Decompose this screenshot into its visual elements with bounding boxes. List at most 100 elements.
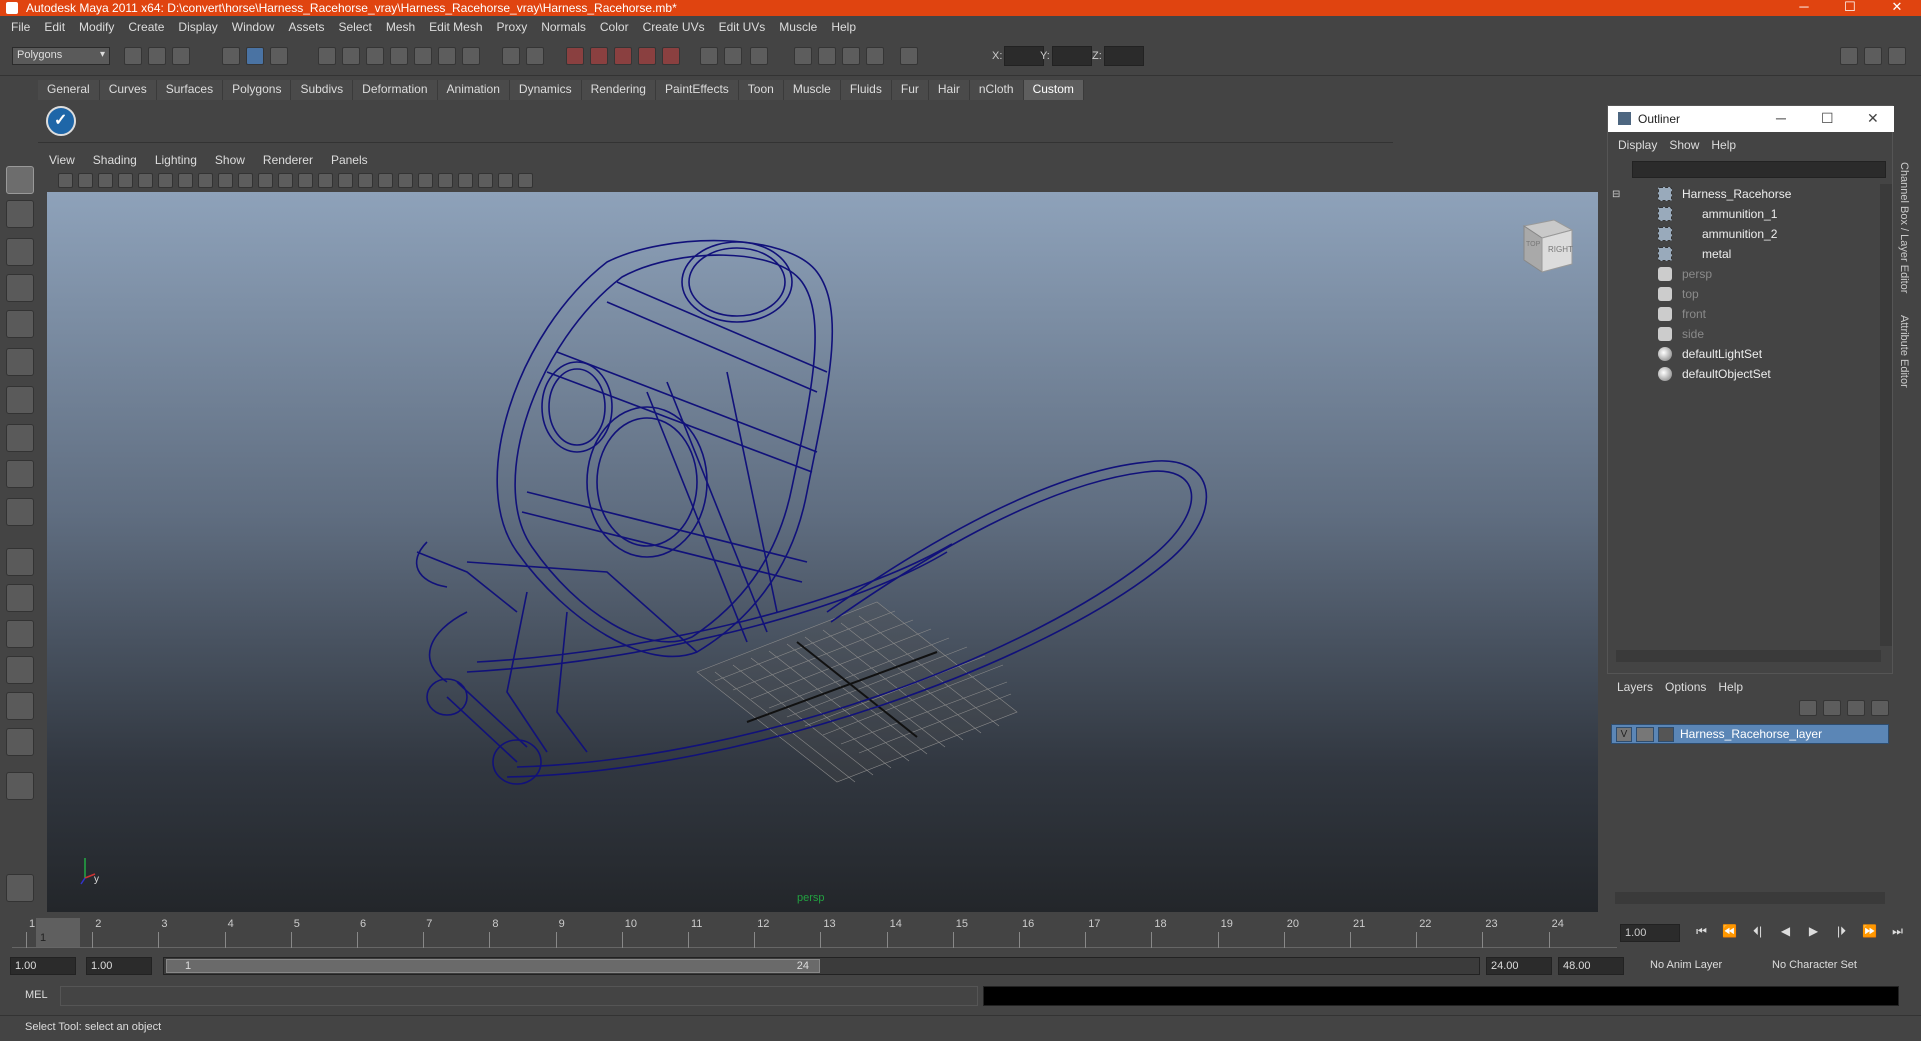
outliner-item-harness-racehorse[interactable]: ⊟ Harness_Racehorse xyxy=(1608,184,1880,204)
menu-file[interactable]: File xyxy=(4,20,37,34)
outliner-horizontal-scrollbar[interactable] xyxy=(1616,650,1881,662)
current-frame-field[interactable]: 1.00 xyxy=(1620,924,1680,942)
isolate-select-icon[interactable] xyxy=(458,172,473,188)
menu-create[interactable]: Create xyxy=(121,20,171,34)
input-field-mode-icon[interactable] xyxy=(900,47,918,65)
new-scene-icon[interactable] xyxy=(124,47,142,65)
paint-select-tool-icon[interactable] xyxy=(6,238,34,266)
playback-end-field[interactable]: 24.00 xyxy=(1486,957,1552,975)
hypershade-icon[interactable] xyxy=(638,47,656,65)
outliner-menu-show[interactable]: Show xyxy=(1663,138,1705,152)
play-backwards-button[interactable]: ◀ xyxy=(1776,924,1795,942)
outliner-item-top[interactable]: top xyxy=(1608,284,1880,304)
layout-c-icon[interactable] xyxy=(750,47,768,65)
menu-edit-mesh[interactable]: Edit Mesh xyxy=(422,20,489,34)
gate-mask-icon[interactable] xyxy=(238,172,253,188)
lasso-tool-icon[interactable] xyxy=(6,200,34,228)
animation-end-field[interactable]: 48.00 xyxy=(1558,957,1624,975)
snap-curve-icon[interactable] xyxy=(342,47,360,65)
outliner-item-ammunition-1[interactable]: ammunition_1 xyxy=(1608,204,1880,224)
wireframe-shading-icon[interactable] xyxy=(318,172,333,188)
menu-select[interactable]: Select xyxy=(331,20,378,34)
outliner-vertical-scrollbar[interactable] xyxy=(1880,184,1892,646)
close-button[interactable]: ✕ xyxy=(1877,0,1917,16)
render-settings-icon[interactable] xyxy=(614,47,632,65)
camera-attributes-icon[interactable] xyxy=(78,172,93,188)
tab-polygons[interactable]: Polygons xyxy=(223,80,292,100)
x-coordinate-input[interactable] xyxy=(1004,46,1044,66)
last-tool-icon[interactable] xyxy=(6,498,34,526)
panel-menu-panels[interactable]: Panels xyxy=(322,153,377,167)
single-perspective-layout-icon[interactable] xyxy=(6,548,34,576)
menu-create-uvs[interactable]: Create UVs xyxy=(636,20,712,34)
panel-menu-lighting[interactable]: Lighting xyxy=(146,153,206,167)
maximize-button[interactable]: ☐ xyxy=(1830,0,1870,16)
anim-layer-dropdown[interactable]: No Anim Layer xyxy=(1646,957,1726,975)
open-scene-icon[interactable] xyxy=(148,47,166,65)
range-slider-handle[interactable]: 1 24 xyxy=(166,959,820,973)
animation-start-field[interactable]: 1.00 xyxy=(10,957,76,975)
layer-playback-toggle[interactable] xyxy=(1636,726,1654,742)
tab-ncloth[interactable]: nCloth xyxy=(969,80,1024,100)
collapse-icon[interactable]: ⊟ xyxy=(1612,189,1620,200)
move-layer-down-icon[interactable] xyxy=(1871,700,1889,716)
xray-components-icon[interactable] xyxy=(518,172,533,188)
layout-b-icon[interactable] xyxy=(724,47,742,65)
tab-animation[interactable]: Animation xyxy=(437,80,510,100)
menu-normals[interactable]: Normals xyxy=(534,20,593,34)
manipulator-tool-icon[interactable] xyxy=(6,386,34,414)
tab-general[interactable]: General xyxy=(38,80,100,100)
outliner-menu-help[interactable]: Help xyxy=(1705,138,1742,152)
outliner-item-persp[interactable]: persp xyxy=(1608,264,1880,284)
tab-subdivs[interactable]: Subdivs xyxy=(291,80,354,100)
tool-settings-toggle-icon[interactable] xyxy=(1864,47,1882,65)
field-chart-icon[interactable] xyxy=(258,172,273,188)
scale-tool-icon[interactable] xyxy=(6,348,34,376)
menu-help[interactable]: Help xyxy=(824,20,863,34)
tab-fur[interactable]: Fur xyxy=(891,80,929,100)
layout-a-icon[interactable] xyxy=(700,47,718,65)
panel-menu-shading[interactable]: Shading xyxy=(84,153,146,167)
step-back-key-button[interactable]: ⏪ xyxy=(1720,924,1739,942)
show-manipulator-icon[interactable] xyxy=(6,460,34,488)
command-input[interactable] xyxy=(60,986,978,1006)
tab-painteffects[interactable]: PaintEffects xyxy=(655,80,739,100)
panel-menu-show[interactable]: Show xyxy=(206,153,254,167)
shadows-icon[interactable] xyxy=(418,172,433,188)
playback-start-field[interactable]: 1.00 xyxy=(86,957,152,975)
tab-deformation[interactable]: Deformation xyxy=(353,80,438,100)
z-coordinate-input[interactable] xyxy=(1104,46,1144,66)
layer-color-swatch[interactable] xyxy=(1658,726,1674,742)
grid-toggle-icon[interactable] xyxy=(178,172,193,188)
hypershade-layout-icon[interactable] xyxy=(6,692,34,720)
layer-visibility-toggle[interactable]: V xyxy=(1616,726,1632,742)
snap-surface-icon[interactable] xyxy=(414,47,432,65)
new-layer-icon[interactable] xyxy=(1823,700,1841,716)
play-forwards-button[interactable]: ▶ xyxy=(1804,924,1823,942)
safe-title-icon[interactable] xyxy=(298,172,313,188)
goto-start-button[interactable]: ⏮ xyxy=(1692,924,1711,942)
outliner-layout-icon[interactable] xyxy=(6,620,34,648)
outliner-menu-display[interactable]: Display xyxy=(1612,138,1663,152)
save-scene-icon[interactable] xyxy=(172,47,190,65)
select-hierarchy-icon[interactable] xyxy=(222,47,240,65)
goto-end-button[interactable]: ⏭ xyxy=(1888,924,1907,942)
step-back-frame-button[interactable]: ⏴| xyxy=(1748,924,1767,942)
snap-grid-icon[interactable] xyxy=(318,47,336,65)
two-d-pan-icon[interactable] xyxy=(138,172,153,188)
layer-menu-help[interactable]: Help xyxy=(1712,680,1749,694)
menu-mesh[interactable]: Mesh xyxy=(379,20,422,34)
tab-toon[interactable]: Toon xyxy=(738,80,784,100)
default-light-icon[interactable] xyxy=(438,172,453,188)
range-slider[interactable]: 1 24 xyxy=(163,957,1480,975)
tab-channel-box-layer-editor[interactable]: Channel Box / Layer Editor xyxy=(1898,162,1910,293)
xray-joints-icon[interactable] xyxy=(498,172,513,188)
custom-checkmark-shelf-icon[interactable] xyxy=(46,106,76,136)
menu-edit[interactable]: Edit xyxy=(37,20,72,34)
dope-sheet-layout-icon[interactable] xyxy=(6,728,34,756)
bookmarks-icon[interactable] xyxy=(98,172,113,188)
outliner-maximize-button[interactable]: ☐ xyxy=(1821,110,1834,127)
tab-dynamics[interactable]: Dynamics xyxy=(509,80,582,100)
wireframe-on-shaded-icon[interactable] xyxy=(358,172,373,188)
tab-fluids[interactable]: Fluids xyxy=(840,80,892,100)
